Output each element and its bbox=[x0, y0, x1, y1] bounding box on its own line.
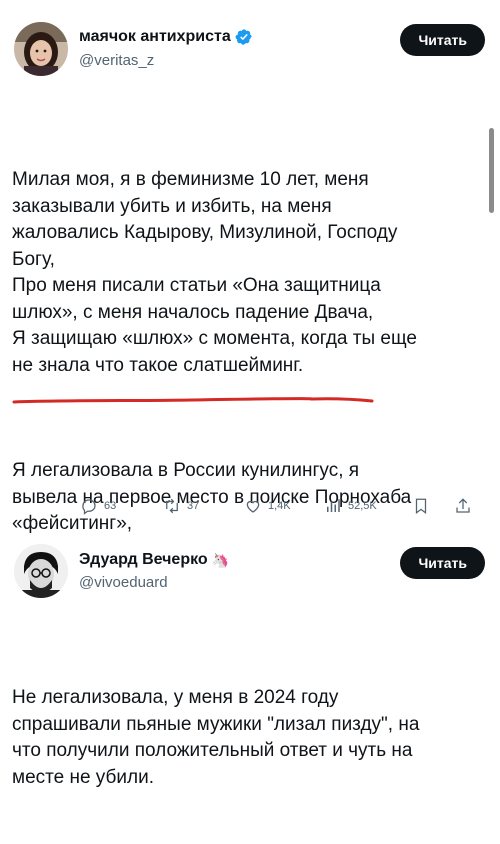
author-name[interactable]: Эдуард Вечерко bbox=[79, 551, 208, 569]
author-name-row[interactable]: маячок антихриста bbox=[79, 28, 253, 46]
author-handle[interactable]: @veritas_z bbox=[79, 52, 154, 69]
share-icon bbox=[456, 498, 470, 513]
tweet-paragraph: Не легализовала, у меня в 2024 году спра… bbox=[12, 687, 420, 788]
author-name[interactable]: маячок антихриста bbox=[79, 28, 231, 46]
retweet-icon bbox=[166, 498, 178, 514]
views-count: 52,5K bbox=[348, 500, 377, 512]
share-button[interactable] bbox=[454, 494, 472, 518]
retweet-count: 37 bbox=[187, 500, 200, 512]
author-name-row[interactable]: Эдуард Вечерко 🦄 bbox=[79, 551, 229, 569]
like-count: 1,4K bbox=[268, 500, 291, 512]
like-button[interactable]: 1,4K bbox=[244, 494, 291, 518]
follow-button[interactable]: Читать bbox=[400, 547, 485, 579]
reply-button[interactable]: 63 bbox=[80, 494, 116, 518]
scrollbar[interactable] bbox=[489, 128, 494, 213]
unicorn-emoji: 🦄 bbox=[211, 551, 230, 568]
tweet-actions: 63 37 1,4K 52,5K bbox=[0, 494, 500, 518]
retweet-button[interactable]: 37 bbox=[163, 494, 199, 518]
reply-icon bbox=[82, 499, 96, 515]
avatar[interactable] bbox=[14, 22, 68, 76]
heart-icon bbox=[246, 500, 260, 513]
tweet-text: Не легализовала, у меня в 2024 году спра… bbox=[12, 632, 488, 844]
tweet-text: Милая моя, я в феминизме 10 лет, меня за… bbox=[12, 114, 488, 591]
verified-badge-icon bbox=[235, 29, 252, 45]
author-handle[interactable]: @vivoeduard bbox=[79, 574, 168, 591]
follow-button[interactable]: Читать bbox=[400, 24, 485, 56]
avatar[interactable] bbox=[14, 544, 68, 598]
views-button[interactable]: 52,5K bbox=[324, 494, 377, 518]
red-underline-mark bbox=[12, 397, 374, 404]
reply-count: 63 bbox=[104, 500, 117, 512]
analytics-icon bbox=[327, 499, 340, 512]
bookmark-icon bbox=[415, 498, 427, 515]
tweet-paragraph: Милая моя, я в феминизме 10 лет, меня за… bbox=[12, 169, 417, 376]
bookmark-button[interactable] bbox=[412, 494, 430, 518]
